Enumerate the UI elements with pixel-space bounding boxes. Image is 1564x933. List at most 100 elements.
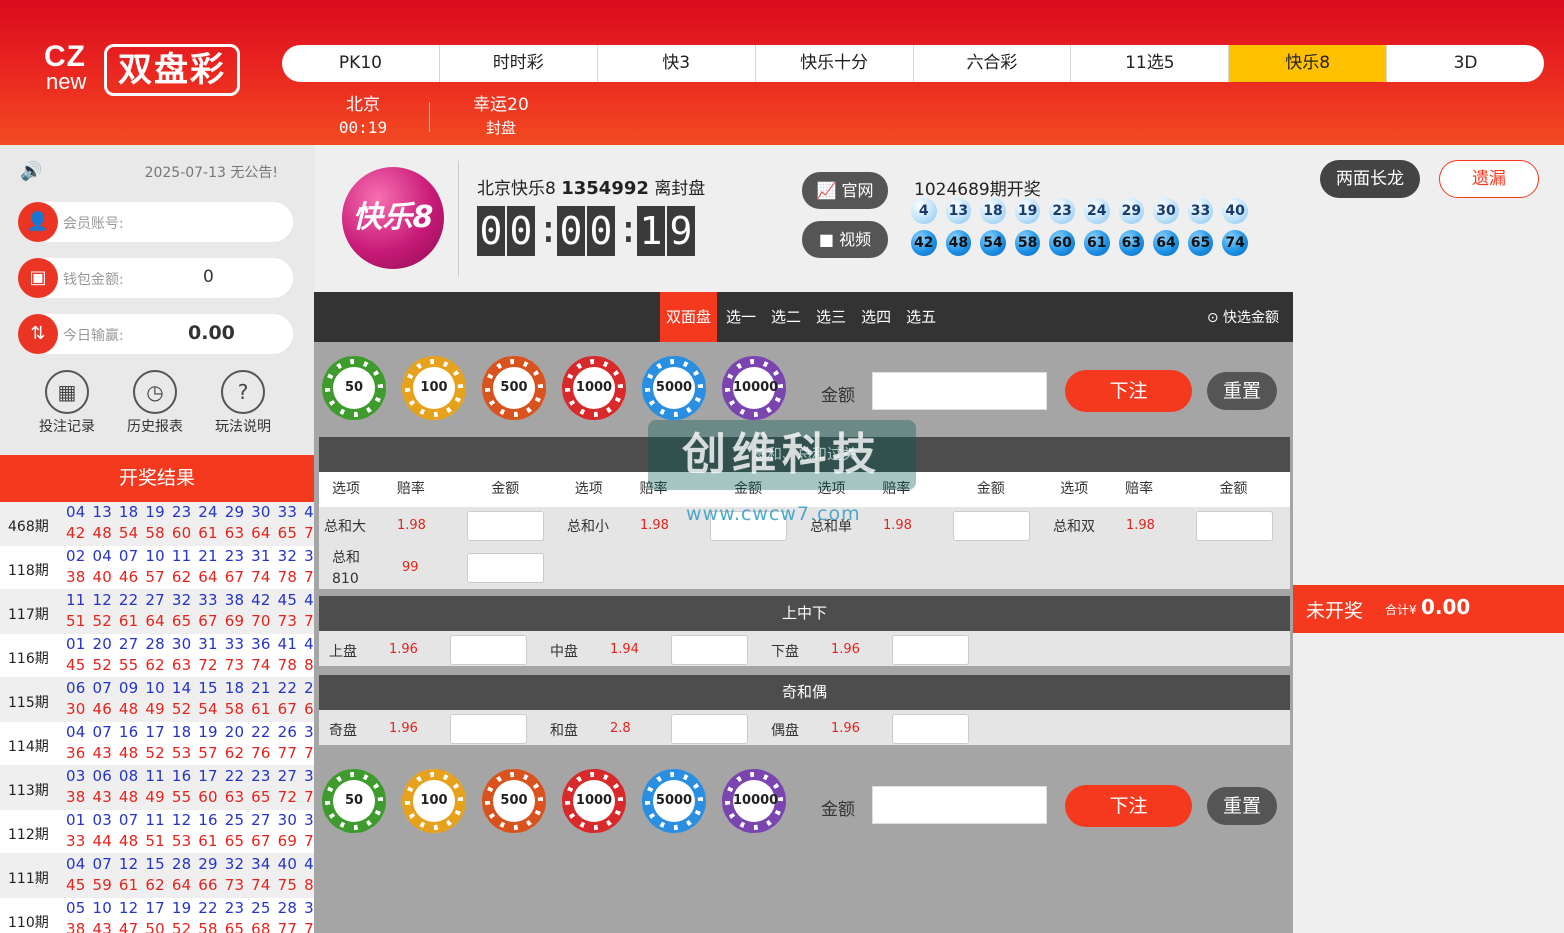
result-numbers-line2: 30 46 48 49 52 54 58 61 67 69	[66, 700, 314, 718]
tab-pick-3[interactable]: 选三	[810, 292, 852, 342]
tab-pick-2[interactable]: 选二	[765, 292, 807, 342]
chip-10000[interactable]: 10000	[722, 356, 786, 420]
bet-record-button[interactable]: ▦ 投注记录	[22, 370, 112, 438]
chip-value: 100	[413, 780, 455, 822]
chip-10000[interactable]: 10000	[722, 769, 786, 833]
amount-input[interactable]	[671, 714, 748, 744]
rules-label: 玩法说明	[215, 419, 271, 435]
history-report-button[interactable]: ◷ 历史报表	[110, 370, 200, 438]
option-odds: 1.98	[640, 518, 669, 533]
column-header: 选项	[574, 481, 603, 497]
option-name: 和盘	[550, 723, 578, 739]
amount-input-top[interactable]	[872, 372, 1047, 410]
option-name: 总和双	[1053, 519, 1095, 535]
nav-tab-klsf[interactable]: 快乐十分	[756, 45, 914, 82]
tab-pick-1[interactable]: 选一	[720, 292, 762, 342]
result-row: 118期 02 04 07 10 11 21 23 31 32 36 38 40 4…	[0, 546, 314, 590]
result-period: 117期	[8, 607, 49, 623]
result-row: 115期 06 07 09 10 14 15 18 21 22 25 30 46 4…	[0, 678, 314, 722]
tab-pick-5[interactable]: 选五	[900, 292, 942, 342]
result-period: 112期	[8, 827, 49, 843]
subtab-beijing-name: 北京	[346, 95, 380, 115]
nav-tab-k3[interactable]: 快3	[598, 45, 756, 82]
kl8-logo: 快乐8	[342, 167, 444, 269]
amount-input-bottom[interactable]	[872, 786, 1047, 824]
bet-button-bottom[interactable]: 下注	[1065, 785, 1192, 827]
missing-button[interactable]: 遗漏	[1439, 160, 1539, 198]
reset-button-bottom[interactable]: 重置	[1207, 787, 1277, 825]
chip-1000[interactable]: 1000	[562, 356, 626, 420]
amount-input[interactable]	[671, 635, 748, 665]
chip-100[interactable]: 100	[402, 769, 466, 833]
official-site-button[interactable]: 📈 官网	[802, 172, 888, 209]
amount-input[interactable]	[450, 714, 527, 744]
amount-input[interactable]	[892, 714, 969, 744]
countdown-colon: :	[617, 207, 640, 251]
column-header: 赔率	[1125, 481, 1154, 497]
watermark-logo: 创维科技	[648, 420, 916, 490]
nav-tab-lhc[interactable]: 六合彩	[914, 45, 1072, 82]
account-field: 👤 会员账号:	[18, 202, 293, 242]
chip-500[interactable]: 500	[482, 356, 546, 420]
result-numbers-line2: 38 43 47 50 52 58 65 68 77 79	[66, 920, 314, 933]
chip-row-top: 50 100 500 1000 5000 10000	[322, 356, 802, 420]
long-dragon-button[interactable]: 两面长龙	[1320, 160, 1420, 198]
result-period: 114期	[8, 739, 49, 755]
subtab-lucky20[interactable]: 幸运20 封盘	[460, 94, 542, 140]
tab-two-sides[interactable]: 双面盘	[660, 292, 718, 342]
draw-ball: 48	[945, 230, 972, 256]
section-odd-even: 奇和偶 奇盘 1.96 和盘 2.8 偶盘 1.96	[319, 675, 1290, 745]
video-button[interactable]: ■ 视频	[802, 221, 888, 258]
amount-input[interactable]	[953, 511, 1030, 541]
history-report-label: 历史报表	[127, 419, 183, 435]
chip-50[interactable]: 50	[322, 356, 386, 420]
nav-tab-3d[interactable]: 3D	[1387, 45, 1544, 82]
amount-input[interactable]	[450, 635, 527, 665]
total-value: 0.00	[1421, 595, 1471, 619]
section-umd-title: 上中下	[319, 596, 1290, 631]
chip-1000[interactable]: 1000	[562, 769, 626, 833]
results-title: 开奖结果	[0, 455, 314, 502]
amount-label-top: 金额	[821, 386, 855, 406]
nav-tab-ssc[interactable]: 时时彩	[440, 45, 598, 82]
draw-ball: 24	[1083, 198, 1110, 224]
draw-ball: 42	[911, 230, 937, 256]
bet-button-top[interactable]: 下注	[1065, 370, 1192, 412]
result-numbers-line1: 04 07 16 17 18 19 20 22 26 32	[66, 723, 314, 741]
quick-amount-button[interactable]: ⊙ 快选金额	[1207, 307, 1279, 327]
option-odds: 1.98	[397, 518, 426, 533]
result-numbers-line2: 51 52 61 64 65 67 69 70 73 78	[66, 612, 314, 630]
amount-input[interactable]	[892, 635, 969, 665]
result-period: 111期	[8, 871, 49, 887]
subtab-lucky20-name: 幸运20	[473, 95, 529, 115]
option-odds: 1.96	[831, 642, 860, 657]
site-logo[interactable]: CZ new 双盘彩	[44, 42, 244, 100]
chip-500[interactable]: 500	[482, 769, 546, 833]
amount-input[interactable]	[1196, 511, 1273, 541]
chip-5000[interactable]: 5000	[642, 356, 706, 420]
subtab-beijing[interactable]: 北京 00:19	[330, 94, 396, 140]
rules-button[interactable]: ? 玩法说明	[198, 370, 288, 438]
app-root: CZ new 双盘彩 PK10 时时彩 快3 快乐十分 六合彩 11选5 快乐8…	[0, 0, 1564, 933]
nav-tab-pk10[interactable]: PK10	[282, 45, 440, 82]
option-name: 下盘	[771, 644, 799, 660]
result-row: 112期 01 03 07 11 12 16 25 27 30 31 33 44 4…	[0, 810, 314, 854]
right-panel: 两面长龙 遗漏 未开奖 合计¥ 0.00	[1293, 145, 1564, 933]
tab-pick-4[interactable]: 选四	[855, 292, 897, 342]
chip-value: 10000	[733, 780, 778, 822]
nav-tab-11x5[interactable]: 11选5	[1071, 45, 1230, 82]
result-numbers-line2: 38 40 46 57 62 64 67 74 78 79	[66, 568, 314, 586]
notice-bar: 🔊 2025-07-13 无公告!	[20, 161, 290, 182]
result-numbers-line2: 45 59 61 62 64 66 73 74 75 80	[66, 876, 314, 894]
chip-5000[interactable]: 5000	[642, 769, 706, 833]
chip-50[interactable]: 50	[322, 769, 386, 833]
amount-input[interactable]	[467, 511, 544, 541]
reset-button-top[interactable]: 重置	[1207, 372, 1277, 410]
amount-label-bottom: 金额	[821, 800, 855, 820]
result-numbers-line2: 42 48 54 58 60 61 63 64 65 74	[66, 524, 314, 542]
nav-tab-kl8[interactable]: 快乐8	[1229, 45, 1388, 82]
amount-input-sum-810[interactable]	[467, 553, 544, 583]
option-name: 奇盘	[329, 723, 357, 739]
chip-100[interactable]: 100	[402, 356, 466, 420]
column-header: 赔率	[396, 481, 425, 497]
